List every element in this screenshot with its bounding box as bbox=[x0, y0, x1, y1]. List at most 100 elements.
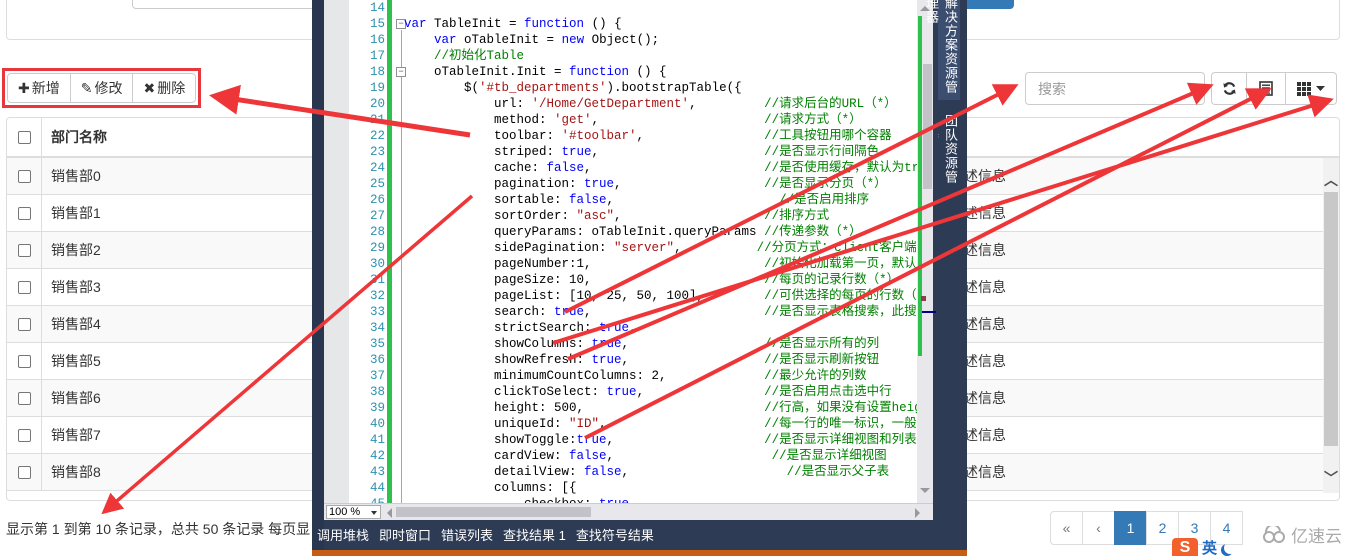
code-line[interactable]: toolbar: '#toolbar', //工具按钮用哪个容器 bbox=[404, 128, 929, 144]
code-keyword: false bbox=[569, 449, 607, 463]
code-line[interactable]: sortOrder: "asc", //排序方式 bbox=[404, 208, 929, 224]
row-checkbox-cell bbox=[7, 343, 42, 379]
code-line[interactable]: uniqueId: "ID", //每一行的唯一标识，一般为主 bbox=[404, 416, 929, 432]
table-scrollbar[interactable]: ︿ ﹀ bbox=[1323, 158, 1339, 493]
code-token: , bbox=[689, 97, 765, 111]
zoom-select[interactable]: 100 % bbox=[326, 505, 381, 519]
code-line[interactable]: oTableInit.Init = function () { bbox=[404, 64, 929, 80]
code-line[interactable]: pageList: [10, 25, 50, 100], //可供选择的每页的行… bbox=[404, 288, 929, 304]
tab-immediate-window[interactable]: 即时窗口 bbox=[374, 526, 436, 554]
code-token: sidePagination: bbox=[404, 241, 615, 255]
code-comment: //传递参数（*） bbox=[764, 225, 862, 239]
code-token: height: 500, bbox=[404, 401, 765, 415]
tab-call-stack[interactable]: 调用堆栈 bbox=[312, 526, 374, 554]
code-editor[interactable]: 14 15 16 17 18 19 20 21 22 23 24 25 26 27 28 29 30 31 32 33… bbox=[324, 0, 936, 520]
code-comment: //请求后台的URL（*） bbox=[764, 97, 897, 111]
delete-button[interactable]: ✖ 删除 bbox=[132, 73, 197, 103]
code-line[interactable]: showColumns: true, //是否显示所有的列 bbox=[404, 336, 929, 352]
row-checkbox-cell bbox=[7, 269, 42, 305]
side-tab-team-explorer[interactable]: 团队资源管理器 bbox=[938, 114, 960, 194]
code-line[interactable]: sidePagination: "server", //分页方式：client客… bbox=[404, 240, 929, 256]
line-number: 42 bbox=[369, 449, 385, 463]
query-button[interactable] bbox=[962, 0, 1014, 9]
code-line[interactable]: clickToSelect: true, //是否启用点击选中行 bbox=[404, 384, 929, 400]
code-token: minimumCountColumns: 2, bbox=[404, 369, 765, 383]
line-number: 22 bbox=[369, 129, 385, 143]
code-line[interactable]: //初始化Table bbox=[404, 48, 929, 64]
code-line[interactable]: pageNumber:1, //初始化加载第一页，默认第一 bbox=[404, 256, 929, 272]
toggle-view-button[interactable] bbox=[1246, 72, 1286, 105]
code-line[interactable]: queryParams: oTableInit.queryParams //传递… bbox=[404, 224, 929, 240]
outline-line bbox=[401, 30, 402, 503]
horizontal-scroll-thumb[interactable] bbox=[396, 507, 591, 517]
row-checkbox[interactable] bbox=[17, 428, 31, 442]
row-checkbox[interactable] bbox=[17, 280, 31, 294]
editor-scroll-thumb[interactable] bbox=[923, 64, 932, 189]
code-line[interactable]: search: true, //是否显示表格搜索，此搜索是 bbox=[404, 304, 929, 320]
code-line[interactable]: cardView: false, //是否显示详细视图 bbox=[404, 448, 929, 464]
first-page-button[interactable]: « bbox=[1050, 511, 1083, 545]
code-line[interactable]: height: 500, //行高，如果没有设置height属 bbox=[404, 400, 929, 416]
page-button-1[interactable]: 1 bbox=[1114, 511, 1147, 545]
code-line[interactable]: sortable: false, //是否启用排序 bbox=[404, 192, 929, 208]
code-line[interactable]: url: '/Home/GetDepartment', //请求后台的URL（*… bbox=[404, 96, 929, 112]
scrollbar-thumb[interactable] bbox=[1324, 192, 1338, 446]
code-token: , bbox=[636, 385, 765, 399]
columns-dropdown-button[interactable] bbox=[1285, 72, 1337, 105]
code-line[interactable]: var TableInit = function () { bbox=[404, 16, 929, 32]
code-keyword: var bbox=[404, 17, 427, 31]
select-all-checkbox[interactable] bbox=[17, 130, 31, 144]
code-line[interactable]: minimumCountColumns: 2, //最少允许的列数 bbox=[404, 368, 929, 384]
code-line[interactable]: cache: false, //是否使用缓存，默认为true， bbox=[404, 160, 929, 176]
code-text[interactable]: var TableInit = function () { var oTable… bbox=[404, 0, 929, 512]
moon-icon bbox=[1224, 542, 1236, 554]
tab-find-results-1[interactable]: 查找结果 1 bbox=[498, 526, 571, 554]
add-button[interactable]: ✚ 新增 bbox=[7, 73, 71, 103]
scroll-down-icon[interactable] bbox=[920, 488, 930, 493]
row-checkbox[interactable] bbox=[17, 206, 31, 220]
row-checkbox[interactable] bbox=[17, 391, 31, 405]
edit-button[interactable]: ✎ 修改 bbox=[69, 73, 134, 103]
row-checkbox[interactable] bbox=[17, 465, 31, 479]
chevron-up-icon[interactable]: ︿ bbox=[1323, 172, 1339, 188]
code-line[interactable]: detailView: false, //是否显示父子表 bbox=[404, 464, 929, 480]
code-token: () { bbox=[629, 65, 667, 79]
code-token: , bbox=[591, 113, 765, 127]
code-line[interactable]: var oTableInit = new Object(); bbox=[404, 32, 929, 48]
code-line[interactable]: showToggle:true, //是否显示详细视图和列表视图 bbox=[404, 432, 929, 448]
code-line[interactable]: method: 'get', //请求方式（*） bbox=[404, 112, 929, 128]
row-checkbox[interactable] bbox=[17, 243, 31, 257]
plus-icon: ✚ bbox=[18, 79, 30, 96]
code-line[interactable]: striped: true, //是否显示行间隔色 bbox=[404, 144, 929, 160]
code-token: $( bbox=[404, 81, 480, 95]
search-input[interactable] bbox=[1025, 72, 1205, 105]
row-checkbox-cell bbox=[7, 380, 42, 416]
column-header-department-name[interactable]: 部门名称 bbox=[42, 118, 107, 156]
code-line[interactable]: showRefresh: true, //是否显示刷新按钮 bbox=[404, 352, 929, 368]
code-line[interactable]: strictSearch: true, bbox=[404, 320, 929, 336]
code-line[interactable] bbox=[404, 0, 929, 16]
ime-indicator[interactable]: S 英 bbox=[1172, 537, 1236, 556]
code-line[interactable]: $('#tb_departments').bootstrapTable({ bbox=[404, 80, 929, 96]
row-checkbox[interactable] bbox=[17, 354, 31, 368]
code-line[interactable]: columns: [{ bbox=[404, 480, 929, 496]
code-line[interactable]: pagination: true, //是否显示分页（*） bbox=[404, 176, 929, 192]
code-token: oTableInit.Init = bbox=[404, 65, 570, 79]
scroll-left-icon[interactable] bbox=[387, 508, 392, 518]
scroll-right-icon[interactable] bbox=[915, 508, 920, 518]
tab-error-list[interactable]: 错误列表 bbox=[436, 526, 498, 554]
editor-vertical-scrollbar[interactable] bbox=[917, 0, 936, 503]
filter-input[interactable] bbox=[132, 0, 332, 9]
code-keyword: new bbox=[561, 33, 585, 47]
refresh-button[interactable] bbox=[1211, 72, 1247, 105]
code-token: , bbox=[629, 321, 637, 335]
chevron-down-icon[interactable]: ﹀ bbox=[1323, 470, 1339, 486]
prev-page-button[interactable]: ‹ bbox=[1082, 511, 1115, 545]
tab-find-symbol-results[interactable]: 查找符号结果 bbox=[571, 526, 659, 554]
code-line[interactable]: pageSize: 10, //每页的记录行数（*） bbox=[404, 272, 929, 288]
row-checkbox[interactable] bbox=[17, 169, 31, 183]
code-token: pageSize: 10, bbox=[404, 273, 765, 287]
side-tab-solution-explorer[interactable]: 解决方案资源管理器 bbox=[924, 0, 960, 100]
line-number: 38 bbox=[369, 385, 385, 399]
row-checkbox[interactable] bbox=[17, 317, 31, 331]
